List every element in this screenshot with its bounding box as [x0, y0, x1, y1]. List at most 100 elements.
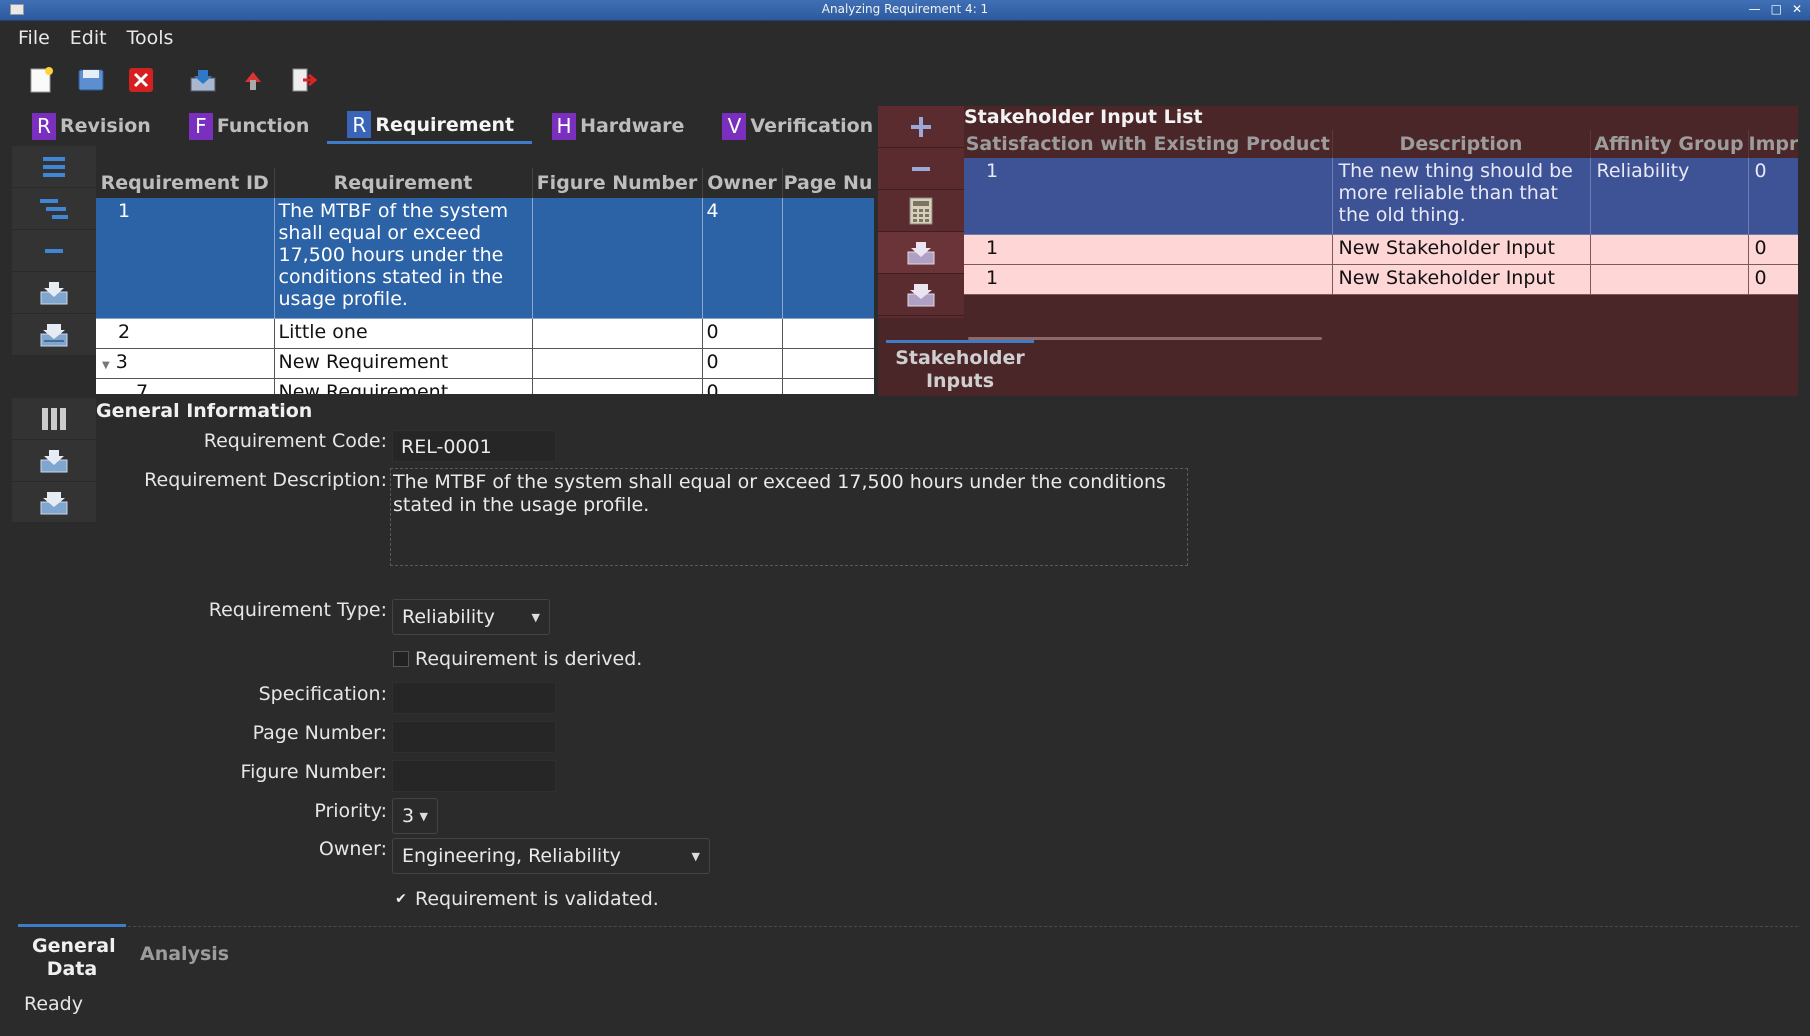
cell-id[interactable]: 2 — [96, 318, 275, 349]
tab-requirement[interactable]: R Requirement — [327, 108, 533, 144]
stakeholder-table[interactable]: Satisfaction with Existing Product Descr… — [964, 130, 1798, 296]
column-header[interactable]: Figure Number — [532, 168, 703, 198]
cell-satisfaction[interactable]: 1 — [964, 234, 1333, 265]
bottom-tabs: General Data Analysis — [18, 924, 243, 980]
table-row[interactable]: 2 Little one 0 — [96, 318, 874, 349]
column-header[interactable]: Requirement ID — [96, 168, 275, 198]
column-header[interactable]: Owner — [702, 168, 783, 198]
cell-requirement[interactable]: Little one — [274, 318, 533, 349]
table-row[interactable]: 1 The new thing should be more reliable … — [964, 158, 1798, 235]
checkmark-icon[interactable]: ✔ — [393, 891, 409, 907]
column-header[interactable]: Page Nu — [782, 168, 874, 198]
column-header[interactable]: Requirement — [274, 168, 533, 198]
cell-owner[interactable]: 4 — [702, 198, 783, 319]
cell-page[interactable] — [782, 378, 874, 394]
tab-label: Verification — [750, 115, 874, 137]
add-sibling-icon[interactable] — [12, 146, 96, 188]
cell-owner[interactable]: 0 — [702, 378, 783, 394]
save-details-icon[interactable] — [12, 440, 96, 482]
cell-affinity-group[interactable] — [1590, 264, 1749, 295]
cell-figure[interactable] — [532, 348, 703, 379]
owner-select[interactable]: Engineering, Reliability ▼ — [392, 838, 710, 874]
column-header[interactable]: Affinity Group — [1590, 130, 1749, 158]
cell-affinity-group[interactable]: Reliability — [1590, 158, 1749, 235]
tab-revision[interactable]: R Revision — [12, 108, 169, 144]
cell-improvement[interactable]: 0 — [1748, 264, 1798, 295]
cell-figure[interactable] — [532, 378, 703, 394]
requirement-tree[interactable]: Requirement ID Requirement Figure Number… — [96, 168, 874, 394]
maximize-icon[interactable]: □ — [1771, 2, 1782, 16]
export-icon[interactable] — [238, 65, 268, 95]
priority-select[interactable]: 3 ▼ — [392, 798, 438, 834]
derived-label: Requirement is derived. — [415, 648, 643, 670]
menu-edit[interactable]: Edit — [70, 27, 107, 49]
add-icon[interactable] — [878, 106, 964, 148]
new-icon[interactable] — [26, 65, 56, 95]
cell-requirement[interactable]: The MTBF of the system shall equal or ex… — [274, 198, 533, 319]
cell-satisfaction[interactable]: 1 — [964, 264, 1333, 295]
requirement-description-field[interactable]: The MTBF of the system shall equal or ex… — [390, 468, 1188, 566]
cell-owner[interactable]: 0 — [702, 348, 783, 379]
menu-file[interactable]: File — [18, 27, 50, 49]
cell-id[interactable]: 1 — [96, 198, 275, 319]
cell-requirement[interactable]: New Requirement — [274, 348, 533, 379]
tab-stakeholder-inputs[interactable]: Stakeholder Inputs — [886, 340, 1034, 393]
edit-columns-icon[interactable] — [12, 398, 96, 440]
add-child-icon[interactable] — [12, 188, 96, 230]
import-icon[interactable] — [188, 65, 218, 95]
table-row[interactable]: 1 New Stakeholder Input 0 — [964, 264, 1798, 295]
specification-field[interactable] — [392, 682, 556, 714]
page-number-field[interactable] — [392, 721, 556, 753]
cell-id[interactable]: 7 — [96, 378, 275, 394]
menu-tools[interactable]: Tools — [127, 27, 174, 49]
save-all-stakeholder-icon[interactable] — [878, 274, 964, 316]
table-row[interactable]: 1 The MTBF of the system shall equal or … — [96, 198, 874, 319]
column-header[interactable]: Description — [1332, 130, 1591, 158]
save-all-details-icon[interactable] — [12, 482, 96, 524]
cell-figure[interactable] — [532, 318, 703, 349]
exit-icon[interactable] — [288, 65, 318, 95]
cell-page[interactable] — [782, 318, 874, 349]
cell-figure[interactable] — [532, 198, 703, 319]
requirement-type-select[interactable]: Reliability ▼ — [392, 599, 550, 635]
requirement-code-field[interactable]: REL-0001 — [392, 430, 556, 462]
save-record-icon[interactable] — [12, 272, 96, 314]
cell-page[interactable] — [782, 348, 874, 379]
cell-owner[interactable]: 0 — [702, 318, 783, 349]
checkbox-icon[interactable] — [393, 651, 409, 667]
calculator-icon[interactable] — [878, 190, 964, 232]
save-stakeholder-icon[interactable] — [878, 232, 964, 274]
minimize-icon[interactable]: — — [1749, 2, 1761, 16]
cell-description[interactable]: New Stakeholder Input — [1332, 234, 1591, 265]
cell-description[interactable]: The new thing should be more reliable th… — [1332, 158, 1591, 235]
tab-hardware[interactable]: H Hardware — [532, 108, 702, 144]
tab-verification[interactable]: V Verification — [702, 108, 891, 144]
close-icon[interactable] — [126, 65, 156, 95]
save-all-icon[interactable] — [12, 314, 96, 356]
cell-affinity-group[interactable] — [1590, 234, 1749, 265]
cell-improvement[interactable]: 0 — [1748, 234, 1798, 265]
tab-analysis[interactable]: Analysis — [126, 924, 243, 980]
derived-checkbox[interactable]: Requirement is derived. — [393, 648, 642, 670]
cell-id[interactable]: ▼ 3 — [96, 348, 275, 379]
validated-checkbox[interactable]: ✔ Requirement is validated. — [393, 888, 659, 910]
column-header[interactable]: Impr — [1748, 130, 1798, 158]
tab-general-data[interactable]: General Data — [18, 924, 126, 980]
save-icon[interactable] — [76, 65, 106, 95]
column-header[interactable]: Satisfaction with Existing Product — [964, 130, 1333, 158]
remove-icon[interactable] — [878, 148, 964, 190]
cell-page[interactable] — [782, 198, 874, 319]
cell-description[interactable]: New Stakeholder Input — [1332, 264, 1591, 295]
cell-satisfaction[interactable]: 1 — [964, 158, 1333, 235]
remove-icon[interactable] — [12, 230, 96, 272]
expander-icon[interactable]: ▼ — [102, 360, 110, 371]
table-row[interactable]: ▼ 3 New Requirement 0 — [96, 348, 874, 379]
table-row[interactable]: 7 New Requirement 0 — [96, 378, 874, 394]
table-row[interactable]: 1 New Stakeholder Input 0 — [964, 234, 1798, 265]
tab-label: Hardware — [580, 115, 685, 137]
cell-requirement[interactable]: New Requirement — [274, 378, 533, 394]
cell-improvement[interactable]: 0 — [1748, 158, 1798, 235]
close-window-icon[interactable]: ✕ — [1792, 2, 1802, 16]
tab-function[interactable]: F Function — [169, 108, 328, 144]
figure-number-field[interactable] — [392, 760, 556, 792]
